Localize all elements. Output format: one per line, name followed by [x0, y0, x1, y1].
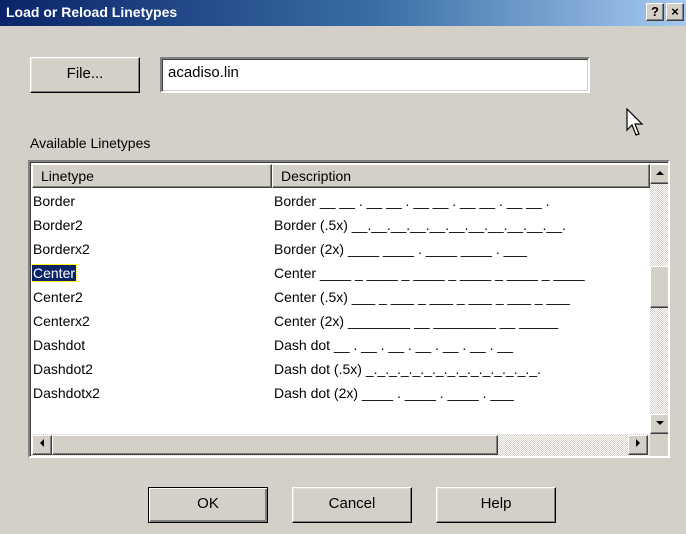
linetype-list[interactable]: Linetype Description Border Border __ __… — [28, 160, 670, 458]
linetype-name: Border2 — [33, 217, 83, 233]
available-linetypes-label: Available Linetypes — [30, 135, 151, 151]
scroll-right-button[interactable] — [628, 435, 648, 455]
vertical-scrollbar[interactable] — [650, 164, 668, 434]
linetype-description: Center (2x) ________ __ ________ __ ____… — [274, 313, 559, 329]
arrow-left-icon — [40, 439, 44, 447]
list-item[interactable]: Border2 Border (.5x) __.__.__.__.__.__._… — [32, 214, 650, 238]
linetype-name: Dashdot — [33, 337, 86, 353]
cancel-button[interactable]: Cancel — [292, 487, 412, 523]
horizontal-scroll-thumb[interactable] — [52, 435, 498, 455]
linetype-description: Dash dot __ . __ . __ . __ . __ . __ . _… — [274, 337, 513, 353]
linetype-description: Center ____ _ ____ _ ____ _ ____ _ ____ … — [274, 265, 585, 281]
file-button-label: File... — [66, 65, 104, 82]
title-bar[interactable]: Load or Reload Linetypes ? × — [0, 0, 686, 26]
linetype-name: Centerx2 — [33, 313, 90, 329]
arrow-up-icon — [656, 171, 664, 175]
linetype-name: Borderx2 — [33, 241, 90, 257]
close-button[interactable]: × — [666, 3, 684, 21]
help-button-label: Help — [480, 495, 512, 512]
window-title: Load or Reload Linetypes — [6, 4, 178, 20]
list-item[interactable]: Border Border __ __ . __ __ . __ __ . __… — [32, 190, 650, 214]
list-item[interactable]: Centerx2 Center (2x) ________ __ _______… — [32, 310, 650, 334]
linetype-name: Border — [33, 193, 76, 209]
linetype-description: Border (.5x) __.__.__.__.__.__.__.__.__.… — [274, 217, 566, 233]
linetype-description: Center (.5x) ___ _ ___ _ ___ _ ___ _ ___… — [274, 289, 570, 305]
scroll-corner — [650, 434, 668, 456]
ok-button[interactable]: OK — [148, 487, 268, 523]
file-button[interactable]: File... — [30, 57, 140, 93]
linetype-name: Center — [30, 264, 78, 282]
help-button[interactable]: Help — [436, 487, 556, 523]
arrow-right-icon — [636, 439, 640, 447]
linetype-name: Dashdot2 — [33, 361, 93, 377]
arrow-down-icon — [656, 421, 664, 425]
linetype-description: Border __ __ . __ __ . __ __ . __ __ . _… — [274, 193, 550, 209]
list-item-selected[interactable]: Center Center ____ _ ____ _ ____ _ ____ … — [30, 262, 650, 286]
list-header: Linetype Description — [32, 164, 650, 188]
file-name-field[interactable]: acadiso.lin — [160, 57, 590, 93]
scroll-up-button[interactable] — [650, 164, 668, 184]
list-item[interactable]: Center2 Center (.5x) ___ _ ___ _ ___ _ _… — [32, 286, 650, 310]
linetype-description: Dash dot (.5x) _._._._._._._._._._._._._… — [274, 361, 541, 377]
list-item[interactable]: Dashdotx2 Dash dot (2x) ____ . ____ . __… — [32, 382, 650, 406]
load-linetypes-dialog: Load or Reload Linetypes ? × File... aca… — [0, 0, 686, 534]
linetype-description: Dash dot (2x) ____ . ____ . ____ . ___ — [274, 385, 514, 401]
list-item[interactable]: Dashdot2 Dash dot (.5x) _._._._._._._._.… — [32, 358, 650, 382]
linetype-name: Center2 — [33, 289, 83, 305]
column-header-linetype[interactable]: Linetype — [32, 164, 272, 188]
list-rows: Border Border __ __ . __ __ . __ __ . __… — [30, 190, 650, 406]
vertical-scroll-thumb[interactable] — [650, 266, 668, 308]
list-item[interactable]: Borderx2 Border (2x) ____ ____ . ____ __… — [32, 238, 650, 262]
cancel-button-label: Cancel — [328, 495, 376, 512]
column-header-description[interactable]: Description — [272, 164, 650, 188]
mouse-pointer-icon — [626, 108, 644, 136]
ok-button-label: OK — [197, 495, 219, 512]
linetype-name: Dashdotx2 — [33, 385, 100, 401]
horizontal-scrollbar[interactable] — [32, 434, 650, 456]
list-item[interactable]: Dashdot Dash dot __ . __ . __ . __ . __ … — [32, 334, 650, 358]
scroll-down-button[interactable] — [650, 414, 668, 434]
linetype-description: Border (2x) ____ ____ . ____ ____ . ___ — [274, 241, 527, 257]
scroll-left-button[interactable] — [32, 435, 52, 455]
help-title-button[interactable]: ? — [646, 3, 664, 21]
